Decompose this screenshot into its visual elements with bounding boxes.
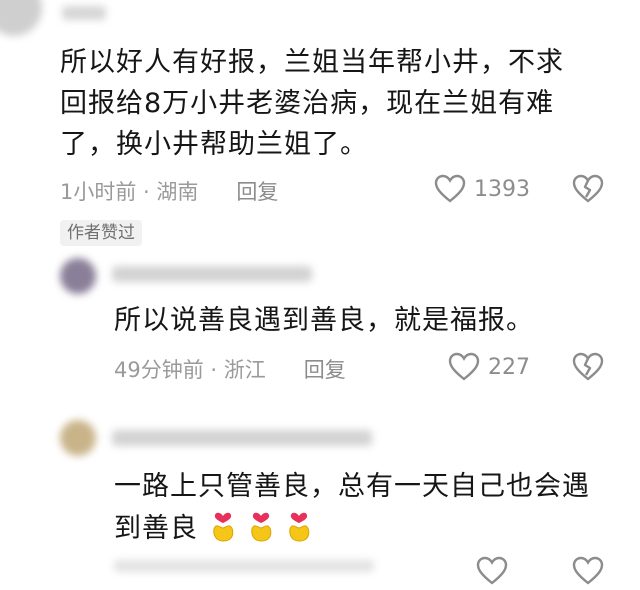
comment-text: 一路上只管善良，总有一天自己也会遇 到善良 [114, 466, 634, 549]
comment-text-line: 了，换小井帮助兰姐了。 [60, 129, 368, 160]
comment-text-line: 一路上只管善良，总有一天自己也会遇 [114, 471, 590, 502]
author-liked-badge: 作者赞过 [60, 220, 142, 246]
comment-text: 所以说善良遇到善良，就是福报。 [114, 300, 624, 341]
heart-outline-icon [476, 556, 508, 585]
finger-heart-icon [284, 507, 314, 543]
username-blurred[interactable] [112, 430, 372, 446]
time-location: 1小时前 · 湖南 [60, 180, 199, 204]
avatar[interactable] [60, 258, 96, 294]
comment-text: 所以好人有好报，兰姐当年帮小井，不求 回报给8万小井老婆治病，现在兰姐有难 了，… [60, 42, 630, 165]
comment-text-line: 所以好人有好报，兰姐当年帮小井，不求 [60, 47, 564, 78]
heart-outline-icon [448, 352, 480, 381]
dislike-button[interactable] [572, 352, 604, 386]
like-count: 1393 [474, 176, 530, 202]
like-button[interactable]: 227 [448, 352, 530, 382]
comment-meta-partial [114, 560, 374, 572]
comment-text-line: 所以说善良遇到善良，就是福报。 [114, 305, 534, 336]
like-count: 227 [488, 354, 530, 380]
username-blurred[interactable] [62, 6, 106, 20]
username-blurred[interactable] [112, 266, 312, 282]
avatar[interactable] [60, 420, 96, 456]
broken-heart-icon [572, 556, 604, 585]
comment-text-line: 到善良 [114, 507, 634, 549]
dislike-button[interactable] [572, 174, 604, 208]
finger-heart-icon [246, 507, 276, 543]
broken-heart-icon [572, 352, 604, 381]
like-button[interactable]: 1393 [434, 174, 530, 204]
broken-heart-icon [572, 174, 604, 203]
comment-meta: 1小时前 · 湖南 回复 [60, 176, 278, 206]
dislike-button[interactable] [572, 556, 604, 590]
avatar[interactable] [0, 0, 42, 36]
finger-heart-icon [208, 507, 238, 543]
reply-button[interactable]: 回复 [236, 176, 278, 206]
comment-meta: 49分钟前 · 浙江 回复 [114, 354, 346, 384]
time-location: 49分钟前 · 浙江 [114, 358, 266, 382]
reply-button[interactable]: 回复 [304, 354, 346, 384]
comment-text-line: 回报给8万小井老婆治病，现在兰姐有难 [60, 88, 555, 119]
comment-text-fragment: 到善良 [114, 513, 198, 544]
heart-outline-icon [434, 174, 466, 203]
like-button[interactable] [476, 556, 508, 590]
